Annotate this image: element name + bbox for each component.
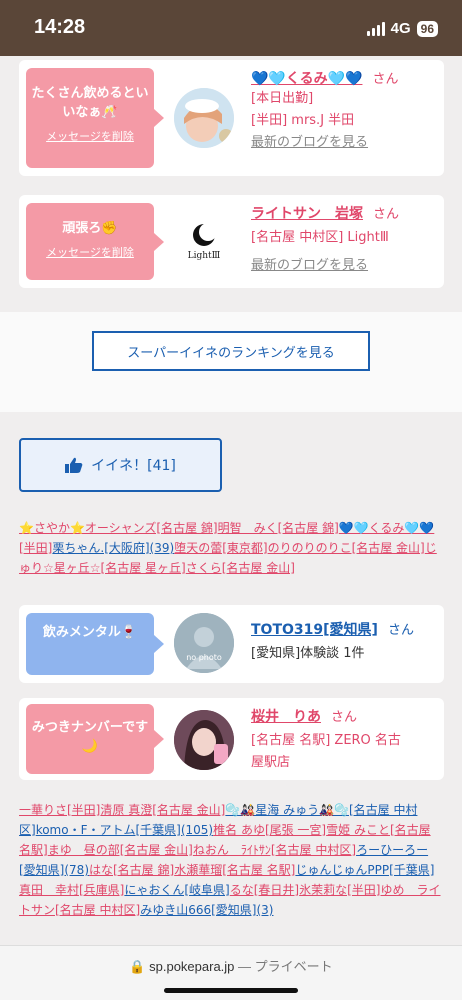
shop-text: [名古屋 名駅] ZERO 名古 [251, 733, 401, 748]
cast-name-link[interactable]: 💙🩵くるみ🩵💙 [251, 71, 362, 87]
battery-icon: 96 [416, 20, 438, 37]
message-bubble: 飲みメンタル🍷 [26, 613, 164, 675]
signal-icon [366, 21, 385, 36]
honorific: さん [373, 207, 400, 222]
logo-text: LightⅢ [187, 251, 221, 261]
ranking-section: スーパーイイネのランキングを見る [0, 312, 462, 412]
thumbs-up-icon [65, 457, 83, 473]
cast-name-link[interactable]: ライトサン 岩塚 [251, 206, 363, 222]
no-photo-label: no photo [186, 653, 222, 662]
iine-users-list: ⭐さやか⭐オーシャンズ[名古屋 錦]明智 みく[名古屋 錦]💙🩵くるみ🩵💙[半田… [19, 518, 444, 578]
honorific: さん [331, 710, 358, 725]
delete-message-link[interactable]: メッセージを削除 [26, 244, 154, 260]
lock-icon: 🔒 [129, 959, 146, 974]
avatar[interactable]: no photo [174, 613, 234, 673]
status-bar: 14:28 4G 96 [0, 0, 462, 56]
message-bubble: 頑張ろ✊ メッセージを削除 [26, 203, 164, 280]
delete-message-link[interactable]: メッセージを削除 [26, 128, 154, 144]
message-text: みつきナンバーです🌙 [31, 720, 149, 754]
user-link[interactable]: 栗ちゃん.[大阪府](39) [52, 541, 174, 555]
user-link[interactable]: 真田 幸村[兵庫県] [19, 883, 124, 897]
iine-label: イイネ！[41] [91, 458, 176, 474]
address-bar[interactable]: 🔒 sp.pokepara.jp — プライベート [0, 956, 462, 975]
user-link[interactable]: はな[名古屋 錦] [89, 863, 174, 877]
user-link[interactable]: komo・F・アトム[千葉県](105) [36, 823, 213, 837]
shop-logo[interactable]: LightⅢ [174, 211, 234, 271]
shop-text: [半田] mrs.J 半田 [251, 113, 355, 128]
avatar[interactable] [174, 710, 234, 770]
iine-users-list: 一華りさ[半田]清原 真澄[名古屋 金山]🫧🎎星海 みゅう🎎🫧[名古屋 中村区]… [19, 800, 444, 940]
user-link[interactable]: 清原 真澄[名古屋 金山] [100, 803, 225, 817]
review-count-text: [愛知県]体験談 1件 [251, 646, 365, 661]
cast-info: ライトサン 岩塚 さん [名古屋 中村区] LightⅢ 最新のブログを見る [251, 203, 434, 277]
status-text: [本日出勤] [251, 91, 314, 106]
clock: 14:28 [34, 16, 86, 38]
browser-bottom-bar: 🔒 sp.pokepara.jp — プライベート [0, 945, 462, 1000]
user-link[interactable]: ⭐さやか⭐オーシャンズ[名古屋 錦] [19, 521, 218, 535]
honorific: さん [387, 623, 414, 638]
user-link[interactable]: のりのりのりこ[名古屋 金山] [268, 541, 425, 555]
private-mode-label: プライベート [254, 959, 333, 974]
shop-text: [名古屋 中村区] LightⅢ [251, 230, 389, 245]
message-card: 頑張ろ✊ メッセージを削除 LightⅢ ライトサン 岩塚 さん [名古屋 中村区… [19, 195, 444, 288]
blog-link[interactable]: 最新のブログを見る [251, 132, 434, 154]
url-domain: sp.pokepara.jp [149, 959, 235, 974]
message-text: たくさん飲めるといいなぁ🥂 [31, 86, 149, 120]
blog-link[interactable]: 最新のブログを見る [251, 255, 434, 277]
cast-info: 桜井 りあ さん [名古屋 名駅] ZERO 名古 屋駅店 [251, 706, 434, 774]
cast-info: 💙🩵くるみ🩵💙 さん [本日出勤] [半田] mrs.J 半田 最新のブログを見る [251, 68, 434, 154]
user-link[interactable]: ねおん ﾗｲﾄｻﾝ[名古屋 中村区] [193, 843, 356, 857]
avatar[interactable] [174, 88, 234, 148]
user-link[interactable]: 氷茉莉な[半田] [299, 883, 380, 897]
message-card: 飲みメンタル🍷 no photo TOTO319[愛知県] さん [愛知県]体験談… [19, 605, 444, 683]
message-bubble: みつきナンバーです🌙 [26, 704, 164, 774]
user-link[interactable]: まゆ 昼の部[名古屋 金山] [48, 843, 193, 857]
user-link[interactable]: 堕天の蕾[東京都] [174, 541, 267, 555]
user-link[interactable]: るな[春日井] [230, 883, 299, 897]
cast-info: TOTO319[愛知県] さん [愛知県]体験談 1件 [251, 619, 434, 665]
network-label: 4G [390, 20, 411, 37]
cast-name-link[interactable]: 桜井 りあ [251, 709, 321, 725]
message-text: 飲みメンタル🍷 [42, 625, 138, 640]
message-card: たくさん飲めるといいなぁ🥂 メッセージを削除 💙🩵くるみ🩵💙 さん [本日出勤] … [19, 60, 444, 176]
user-name-link[interactable]: TOTO319[愛知県] [251, 622, 378, 638]
shop-text-cont: 屋駅店 [251, 755, 291, 770]
message-card: みつきナンバーです🌙 桜井 りあ さん [名古屋 名駅] ZERO 名古 屋駅店 [19, 698, 444, 780]
message-text: 頑張ろ✊ [62, 221, 118, 236]
message-bubble: たくさん飲めるといいなぁ🥂 メッセージを削除 [26, 68, 164, 168]
user-link[interactable]: 水瀬華瑠[名古屋 名駅] [174, 863, 295, 877]
user-link[interactable]: さくら[名古屋 金山] [186, 561, 295, 575]
user-link[interactable]: 一華りさ[半田] [19, 803, 100, 817]
user-link[interactable]: にゃおくん[岐阜県] [124, 883, 229, 897]
user-link[interactable]: じゅんじゅんPPP[千葉県] [295, 863, 434, 877]
home-indicator[interactable] [164, 988, 298, 993]
user-link[interactable]: 椎名 あゆ[尾張 一宮] [213, 823, 326, 837]
user-link[interactable]: 明智 みく[名古屋 錦] [218, 521, 339, 535]
user-link[interactable]: みゆき山666[愛知県](3) [140, 903, 273, 917]
url-separator: — [238, 959, 252, 974]
honorific: さん [372, 72, 399, 87]
super-iine-ranking-button[interactable]: スーパーイイネのランキングを見る [92, 331, 370, 371]
iine-button[interactable]: イイネ！[41] [19, 438, 222, 492]
